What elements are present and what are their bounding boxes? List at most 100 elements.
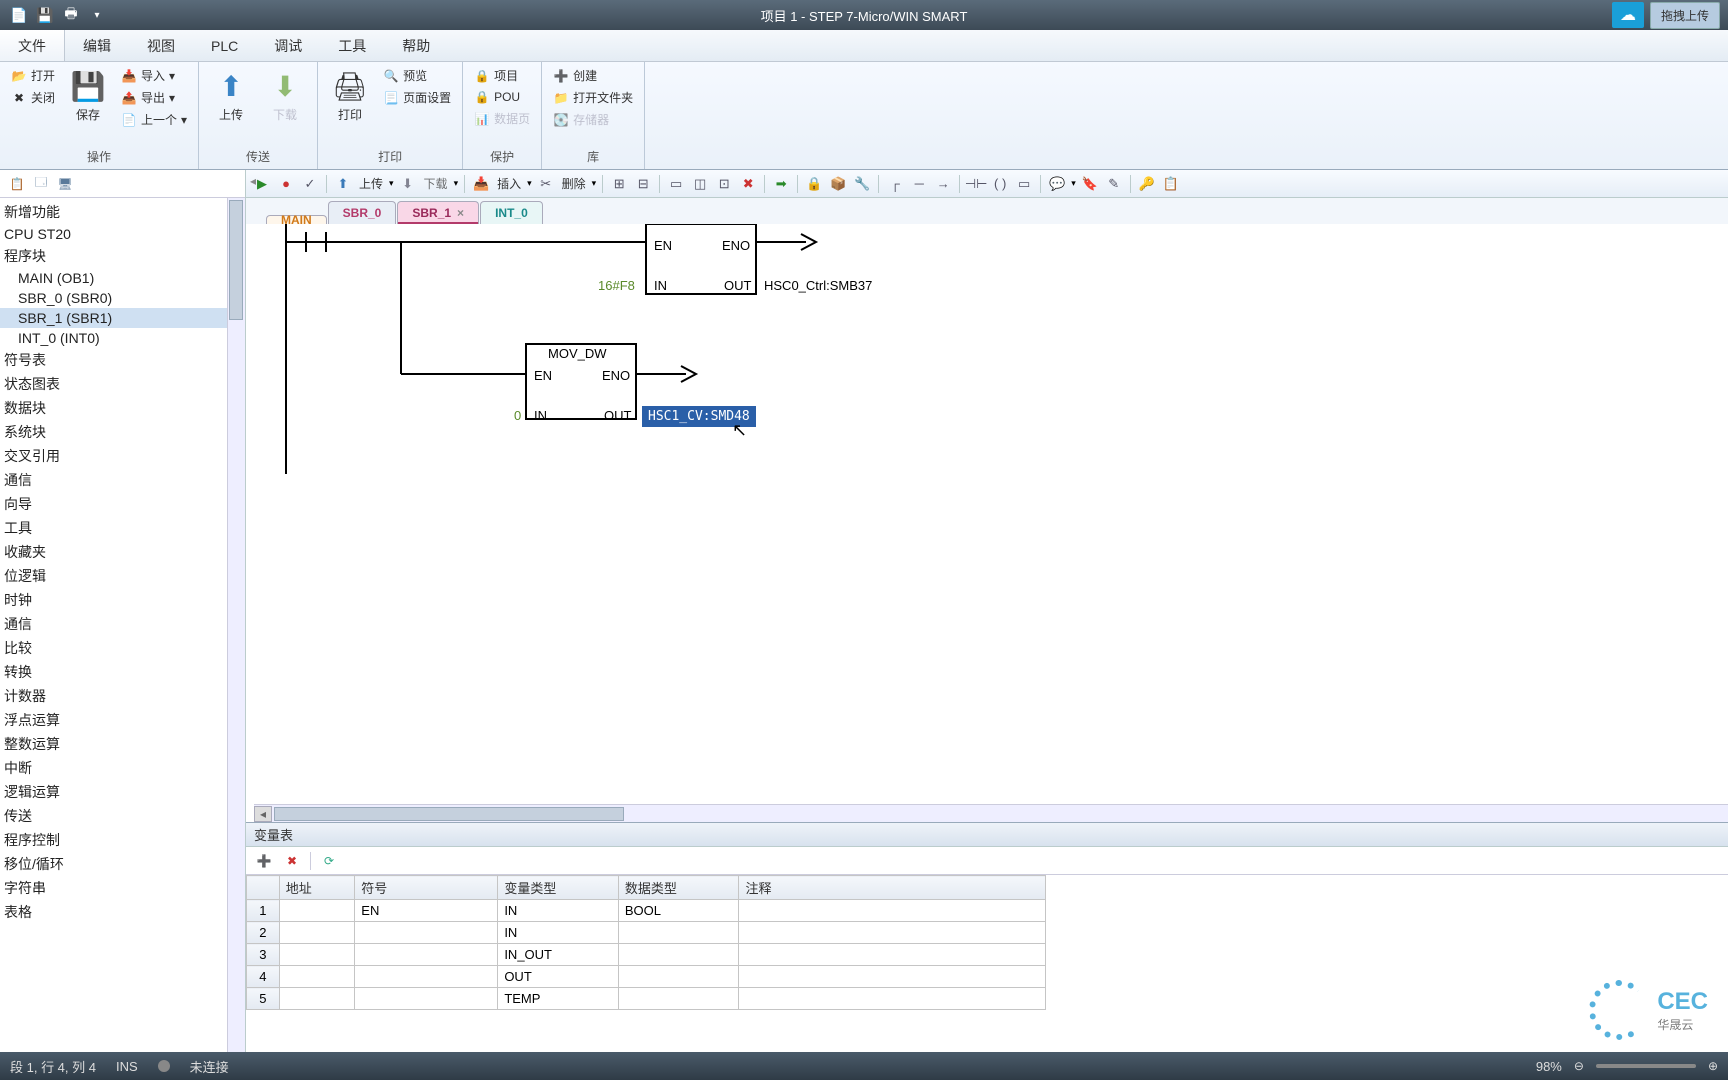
col-datatype[interactable]: 数据类型	[618, 876, 739, 900]
menu-help[interactable]: 帮助	[384, 30, 448, 61]
pagesetup-button[interactable]: 📃页面设置	[380, 88, 454, 107]
tree-item-15[interactable]: 收藏夹	[0, 540, 245, 564]
save-button[interactable]: 💾 保存	[64, 66, 112, 125]
tab-close-icon[interactable]: ×	[457, 206, 464, 220]
cell-symbol[interactable]	[355, 966, 498, 988]
tree-item-6[interactable]: INT_0 (INT0)	[0, 328, 245, 348]
tree-scroll-thumb[interactable]	[229, 200, 243, 320]
tree-item-11[interactable]: 交叉引用	[0, 444, 245, 468]
tool-icon-6[interactable]: 📋	[1161, 174, 1181, 194]
tab-main[interactable]: MAIN	[266, 215, 327, 224]
cell-vartype[interactable]: OUT	[498, 966, 619, 988]
branch-icon-1[interactable]: ┌	[885, 174, 905, 194]
ladder-h-scrollbar[interactable]: ◂	[254, 804, 1728, 822]
tab-sbr1[interactable]: SBR_1×	[397, 201, 479, 224]
cloud-icon[interactable]: ☁	[1612, 2, 1644, 28]
menu-view[interactable]: 视图	[129, 30, 193, 61]
menu-plc[interactable]: PLC	[193, 30, 256, 61]
cell-comment[interactable]	[739, 966, 1046, 988]
dropdown-icon[interactable]: ▾	[86, 4, 108, 26]
tree-item-23[interactable]: 整数运算	[0, 732, 245, 756]
scroll-left-icon[interactable]: ◂	[254, 806, 272, 822]
menu-tool[interactable]: 工具	[320, 30, 384, 61]
window-icon-2[interactable]: ◫	[690, 174, 710, 194]
tree-item-16[interactable]: 位逻辑	[0, 564, 245, 588]
contact-icon-2[interactable]: ( )	[990, 174, 1010, 194]
ladder-scroll-thumb[interactable]	[274, 807, 624, 821]
tab-nav-left-icon[interactable]: ◂	[250, 174, 256, 188]
tool-icon-3[interactable]: 📦	[828, 174, 848, 194]
open-button[interactable]: 📂打开	[8, 66, 58, 85]
cell-symbol[interactable]: EN	[355, 900, 498, 922]
ladder-canvas[interactable]: EN ENO IN OUT 16#F8 HSC0_Ctrl:SMB37 MOV_…	[246, 224, 1728, 822]
cell-datatype[interactable]	[618, 966, 739, 988]
tree-item-14[interactable]: 工具	[0, 516, 245, 540]
insert-icon[interactable]: 📥	[471, 174, 491, 194]
tree-item-10[interactable]: 系统块	[0, 420, 245, 444]
tree-item-4[interactable]: SBR_0 (SBR0)	[0, 288, 245, 308]
table-row[interactable]: 5 TEMP	[247, 988, 1046, 1010]
import-button[interactable]: 📥导入 ▾	[118, 66, 190, 85]
col-addr[interactable]: 地址	[279, 876, 355, 900]
table-row[interactable]: 4 OUT	[247, 966, 1046, 988]
tree-item-21[interactable]: 计数器	[0, 684, 245, 708]
cell-datatype[interactable]: BOOL	[618, 900, 739, 922]
print-button[interactable]: 🖨 打印	[326, 66, 374, 125]
zoom-in-icon[interactable]: ⊕	[1708, 1059, 1718, 1073]
cell-addr[interactable]	[279, 922, 355, 944]
download-small-icon[interactable]: ⬇	[398, 174, 418, 194]
tree-item-20[interactable]: 转换	[0, 660, 245, 684]
bookmark-icon[interactable]: 🔖	[1080, 174, 1100, 194]
tree-monitor-icon[interactable]: 🖥	[56, 175, 74, 193]
var-refresh-icon[interactable]: ⟳	[319, 851, 339, 871]
compile-icon[interactable]: ✓	[300, 174, 320, 194]
tree-item-25[interactable]: 逻辑运算	[0, 780, 245, 804]
tree-item-30[interactable]: 表格	[0, 900, 245, 924]
col-vartype[interactable]: 变量类型	[498, 876, 619, 900]
tree-item-5[interactable]: SBR_1 (SBR1)	[0, 308, 245, 328]
tree-item-28[interactable]: 移位/循环	[0, 852, 245, 876]
tree-item-29[interactable]: 字符串	[0, 876, 245, 900]
cell-addr[interactable]	[279, 988, 355, 1010]
cell-datatype[interactable]	[618, 944, 739, 966]
tool-icon-4[interactable]: 🔧	[852, 174, 872, 194]
window-icon-3[interactable]: ⊡	[714, 174, 734, 194]
preview-button[interactable]: 🔍预览	[380, 66, 454, 85]
upload-small-icon[interactable]: ⬆	[333, 174, 353, 194]
tree-item-9[interactable]: 数据块	[0, 396, 245, 420]
tool-icon-1[interactable]: ⊞	[609, 174, 629, 194]
window-icon-1[interactable]: ▭	[666, 174, 686, 194]
tree-item-26[interactable]: 传送	[0, 804, 245, 828]
zoom-out-icon[interactable]: ⊖	[1574, 1059, 1584, 1073]
block2-in-val[interactable]: 0	[514, 408, 521, 423]
cell-vartype[interactable]: IN	[498, 922, 619, 944]
col-symbol[interactable]: 符号	[355, 876, 498, 900]
stop-icon[interactable]: ●	[276, 174, 296, 194]
branch-icon-3[interactable]: →	[933, 174, 953, 194]
go-icon[interactable]: ➡	[771, 174, 791, 194]
cell-symbol[interactable]	[355, 988, 498, 1010]
new-icon[interactable]: 📄	[8, 4, 30, 26]
memory-button[interactable]: 💽存储器	[550, 110, 636, 129]
tab-sbr0[interactable]: SBR_0	[328, 201, 397, 224]
comment-icon[interactable]: 💬	[1047, 174, 1067, 194]
tab-int0[interactable]: INT_0	[480, 201, 543, 224]
save-icon[interactable]: 💾	[34, 4, 56, 26]
cell-vartype[interactable]: IN_OUT	[498, 944, 619, 966]
variable-table[interactable]: 地址 符号 变量类型 数据类型 注释 1 EN IN BOOL 2 IN 3 I…	[246, 875, 1046, 1010]
tree-item-1[interactable]: CPU ST20	[0, 224, 245, 244]
tool-icon-5[interactable]: 🔑	[1137, 174, 1157, 194]
zoom-slider[interactable]	[1596, 1064, 1696, 1068]
tree-view-icon[interactable]: 📋	[8, 175, 26, 193]
contact-icon-1[interactable]: ⊣⊢	[966, 174, 986, 194]
cell-datatype[interactable]	[618, 988, 739, 1010]
edit-icon[interactable]: ✎	[1104, 174, 1124, 194]
cell-symbol[interactable]	[355, 944, 498, 966]
tree-item-3[interactable]: MAIN (OB1)	[0, 268, 245, 288]
export-button[interactable]: 📤导出 ▾	[118, 88, 190, 107]
tree-item-13[interactable]: 向导	[0, 492, 245, 516]
cell-comment[interactable]	[739, 900, 1046, 922]
cell-comment[interactable]	[739, 922, 1046, 944]
open-folder-button[interactable]: 📁打开文件夹	[550, 88, 636, 107]
tree-item-17[interactable]: 时钟	[0, 588, 245, 612]
